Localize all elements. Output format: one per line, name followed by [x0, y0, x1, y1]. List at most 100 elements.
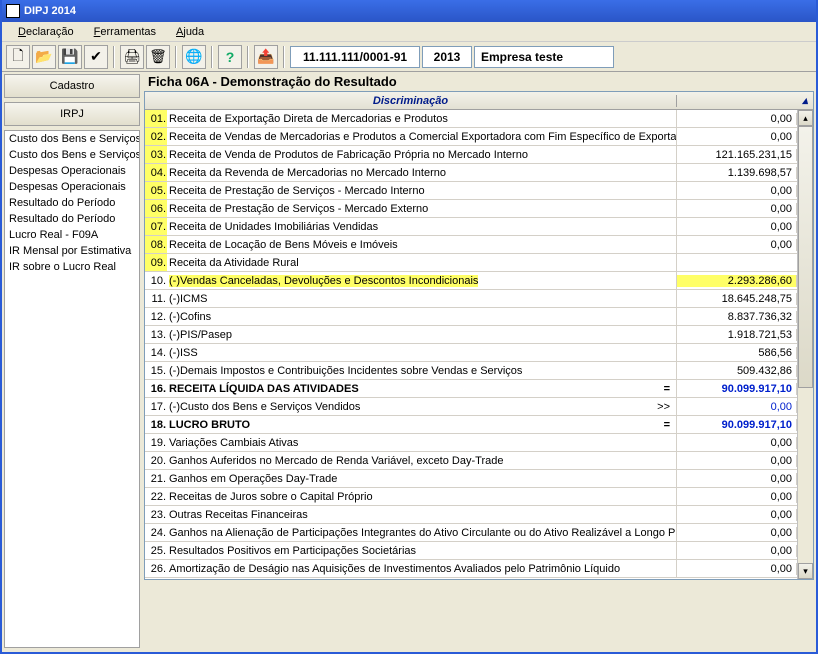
row-value[interactable]: 0,00 — [677, 473, 797, 485]
row-description: Receitas de Juros sobre o Capital Própri… — [167, 488, 677, 505]
vertical-scrollbar[interactable]: ▴ ▾ — [797, 110, 813, 579]
row-description: RECEITA LÍQUIDA DAS ATIVIDADES= — [167, 380, 677, 397]
grid-row[interactable]: 08.Receita de Locação de Bens Móveis e I… — [145, 236, 797, 254]
row-description: (-)Custo dos Bens e Serviços Vendidos>> — [167, 398, 677, 415]
row-description: (-)Demais Impostos e Contribuições Incid… — [167, 362, 677, 379]
row-value[interactable]: 0,00 — [677, 185, 797, 197]
row-value[interactable]: 0,00 — [677, 545, 797, 557]
grid-row[interactable]: 06.Receita de Prestação de Serviços - Me… — [145, 200, 797, 218]
row-value[interactable]: 121.165.231,15 — [677, 149, 797, 161]
sidebar-item[interactable]: Custo dos Bens e Serviços — [5, 147, 139, 163]
menu-ajuda[interactable]: Ajuda — [166, 24, 214, 40]
row-value[interactable]: 0,00 — [677, 221, 797, 233]
row-value[interactable]: 0,00 — [677, 509, 797, 521]
row-value[interactable]: 0,00 — [677, 203, 797, 215]
grid-row[interactable]: 21.Ganhos em Operações Day-Trade0,00 — [145, 470, 797, 488]
grid-row[interactable]: 07.Receita de Unidades Imobiliárias Vend… — [145, 218, 797, 236]
sidebar-btn-cadastro[interactable]: Cadastro — [4, 74, 140, 98]
row-value[interactable]: 1.918.721,53 — [677, 329, 797, 341]
grid-row[interactable]: 12.(-)Cofins8.837.736,32 — [145, 308, 797, 326]
row-description: Receita de Prestação de Serviços - Merca… — [167, 182, 677, 199]
row-number: 21. — [145, 470, 167, 487]
row-value[interactable]: 509.432,86 — [677, 365, 797, 377]
row-number: 08. — [145, 236, 167, 253]
grid-row[interactable]: 11.(-)ICMS18.645.248,75 — [145, 290, 797, 308]
grid-row[interactable]: 05.Receita de Prestação de Serviços - Me… — [145, 182, 797, 200]
company-field[interactable]: Empresa teste — [474, 46, 614, 68]
grid-row[interactable]: 02.Receita de Vendas de Mercadorias e Pr… — [145, 128, 797, 146]
grid-row[interactable]: 24.Ganhos na Alienação de Participações … — [145, 524, 797, 542]
row-value[interactable]: 586,56 — [677, 347, 797, 359]
grid: Discriminação ▴ 01.Receita de Exportação… — [144, 91, 814, 580]
sidebar-item[interactable]: Resultado do Período — [5, 195, 139, 211]
new-button[interactable]: 🗋 — [6, 45, 30, 69]
row-value[interactable]: 0,00 — [677, 527, 797, 539]
row-value[interactable]: 0,00 — [677, 113, 797, 125]
row-value[interactable]: 0,00 — [677, 239, 797, 251]
sidebar-item[interactable]: Despesas Operacionais — [5, 179, 139, 195]
transmit-icon: 📤 — [257, 48, 274, 65]
grid-row[interactable]: 16.RECEITA LÍQUIDA DAS ATIVIDADES=90.099… — [145, 380, 797, 398]
row-value[interactable]: 0,00 — [677, 491, 797, 503]
menu-declaracao[interactable]: Declaração — [8, 24, 84, 40]
grid-row[interactable]: 22.Receitas de Juros sobre o Capital Pró… — [145, 488, 797, 506]
check-button[interactable]: ✔ — [84, 45, 108, 69]
menu-ferramentas[interactable]: Ferramentas — [84, 24, 166, 40]
row-value[interactable]: 90.099.917,10 — [677, 383, 797, 395]
scroll-up-header[interactable]: ▴ — [797, 94, 813, 107]
globe-button[interactable]: 🌐 — [182, 45, 206, 69]
row-value[interactable]: 0,00 — [677, 563, 797, 575]
sidebar-item[interactable]: Resultado do Período — [5, 211, 139, 227]
row-value[interactable]: 0,00 — [677, 455, 797, 467]
row-number: 10. — [145, 272, 167, 289]
grid-row[interactable]: 15.(-)Demais Impostos e Contribuições In… — [145, 362, 797, 380]
grid-row[interactable]: 04.Receita da Revenda de Mercadorias no … — [145, 164, 797, 182]
toolbar: 🗋 📂 💾 ✔ 🖨 🗑 🌐 ? 📤 11.111.111/0001-91 201… — [2, 42, 816, 72]
grid-row[interactable]: 13.(-)PIS/Pasep1.918.721,53 — [145, 326, 797, 344]
row-value[interactable]: 2.293.286,60 — [677, 275, 797, 287]
grid-row[interactable]: 17.(-)Custo dos Bens e Serviços Vendidos… — [145, 398, 797, 416]
row-value[interactable]: 0,00 — [677, 401, 797, 413]
grid-row[interactable]: 03.Receita de Venda de Produtos de Fabri… — [145, 146, 797, 164]
scroll-up-button[interactable]: ▴ — [798, 110, 813, 126]
sidebar-item[interactable]: IR sobre o Lucro Real — [5, 259, 139, 275]
print-button[interactable]: 🖨 — [120, 45, 144, 69]
year-field[interactable]: 2013 — [422, 46, 472, 68]
transmit-button[interactable]: 📤 — [254, 45, 278, 69]
grid-row[interactable]: 25.Resultados Positivos em Participações… — [145, 542, 797, 560]
grid-row[interactable]: 09.Receita da Atividade Rural — [145, 254, 797, 272]
sidebar-item[interactable]: IR Mensal por Estimativa — [5, 243, 139, 259]
grid-row[interactable]: 19.Variações Cambiais Ativas0,00 — [145, 434, 797, 452]
scroll-down-button[interactable]: ▾ — [798, 563, 813, 579]
sidebar-item[interactable]: Despesas Operacionais — [5, 163, 139, 179]
row-value[interactable]: 0,00 — [677, 437, 797, 449]
row-value[interactable]: 1.139.698,57 — [677, 167, 797, 179]
help-button[interactable]: ? — [218, 45, 242, 69]
grid-row[interactable]: 26.Amortização de Deságio nas Aquisições… — [145, 560, 797, 578]
row-value[interactable]: 8.837.736,32 — [677, 311, 797, 323]
row-value[interactable]: 90.099.917,10 — [677, 419, 797, 431]
save-button[interactable]: 💾 — [58, 45, 82, 69]
scroll-thumb[interactable] — [798, 126, 813, 388]
scroll-track[interactable] — [798, 126, 813, 563]
open-button[interactable]: 📂 — [32, 45, 56, 69]
row-number: 04. — [145, 164, 167, 181]
grid-row[interactable]: 18.LUCRO BRUTO=90.099.917,10 — [145, 416, 797, 434]
sidebar-btn-irpj[interactable]: IRPJ — [4, 102, 140, 126]
grid-row[interactable]: 10.(-)Vendas Canceladas, Devoluções e De… — [145, 272, 797, 290]
row-number: 05. — [145, 182, 167, 199]
row-number: 19. — [145, 434, 167, 451]
row-value[interactable]: 0,00 — [677, 131, 797, 143]
grid-row[interactable]: 23.Outras Receitas Financeiras0,00 — [145, 506, 797, 524]
delete-button[interactable]: 🗑 — [146, 45, 170, 69]
grid-row[interactable]: 20.Ganhos Auferidos no Mercado de Renda … — [145, 452, 797, 470]
cnpj-field[interactable]: 11.111.111/0001-91 — [290, 46, 420, 68]
sidebar-item[interactable]: Custo dos Bens e Serviços — [5, 131, 139, 147]
row-value[interactable]: 18.645.248,75 — [677, 293, 797, 305]
grid-row[interactable]: 14.(-)ISS586,56 — [145, 344, 797, 362]
sidebar-item[interactable]: Lucro Real - F09A — [5, 227, 139, 243]
grid-row[interactable]: 01.Receita de Exportação Direta de Merca… — [145, 110, 797, 128]
row-description: (-)PIS/Pasep — [167, 326, 677, 343]
row-description: Receita de Unidades Imobiliárias Vendida… — [167, 218, 677, 235]
col-header-discriminacao[interactable]: Discriminação — [145, 95, 677, 107]
